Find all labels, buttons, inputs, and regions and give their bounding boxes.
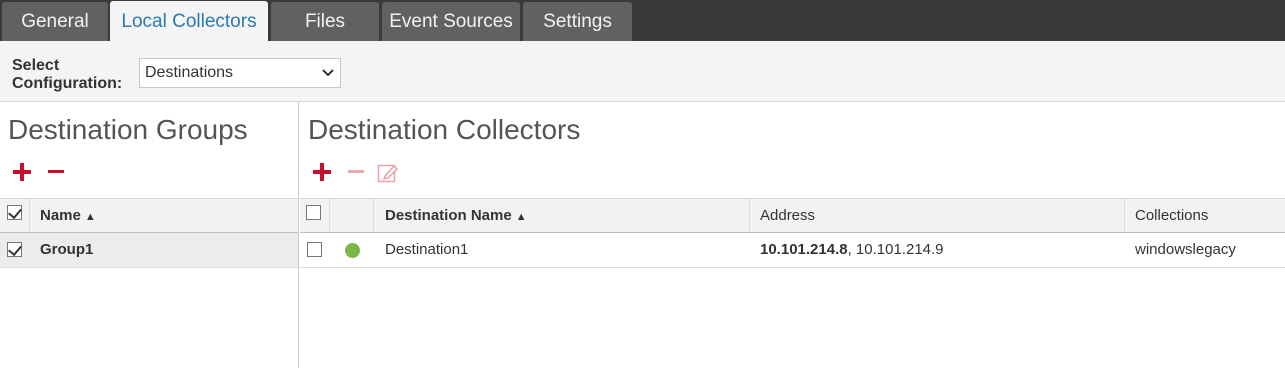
destination-collectors-title: Destination Collectors <box>308 114 581 145</box>
tab-general[interactable]: General <box>2 2 108 41</box>
destination-collections: windowslegacy <box>1135 241 1236 258</box>
sort-ascending-icon: ▲ <box>515 211 527 223</box>
edit-destination-button[interactable] <box>377 162 399 184</box>
secondary-address: , 10.101.214.9 <box>847 241 944 258</box>
tab-settings[interactable]: Settings <box>523 2 632 41</box>
primary-address: 10.101.214.8 <box>760 241 848 258</box>
remove-group-button[interactable] <box>45 162 67 184</box>
collectors-grid-header: Destination Name ▲ Address Collections <box>300 198 1285 233</box>
configuration-select-value: Destinations <box>145 64 234 81</box>
destination-collectors-panel: Destination Collectors Destination Name ▲… <box>300 102 1285 368</box>
edit-icon <box>377 164 399 183</box>
plus-icon <box>13 163 31 181</box>
address-column-header[interactable]: Address <box>750 199 1125 232</box>
minus-icon <box>48 170 64 173</box>
group-name: Group1 <box>40 241 94 258</box>
table-row[interactable]: Group1 <box>0 233 298 268</box>
group-row-checkbox[interactable] <box>7 242 22 257</box>
minus-icon <box>348 170 364 173</box>
tab-event-sources[interactable]: Event Sources <box>382 2 520 41</box>
tab-local-collectors[interactable]: Local Collectors <box>110 1 268 42</box>
tab-bar: General Local Collectors Files Event Sou… <box>0 0 1285 42</box>
groups-name-column-header[interactable]: Name ▲ <box>30 199 298 232</box>
destination-address: 10.101.214.8, 10.101.214.9 <box>760 233 944 267</box>
destination-row-checkbox[interactable] <box>307 242 322 257</box>
select-all-destinations-checkbox[interactable] <box>306 205 321 220</box>
remove-destination-button[interactable] <box>345 162 367 184</box>
destination-groups-title: Destination Groups <box>8 114 248 145</box>
add-destination-button[interactable] <box>311 162 333 184</box>
chevron-down-icon <box>322 59 334 97</box>
destination-name-column-header[interactable]: Destination Name ▲ <box>374 199 750 232</box>
tab-files[interactable]: Files <box>271 2 379 41</box>
plus-icon <box>313 163 331 181</box>
configuration-bar: Select Configuration: Destinations <box>0 41 1285 102</box>
destination-name: Destination1 <box>385 241 469 258</box>
collections-column-header[interactable]: Collections <box>1125 199 1285 232</box>
status-online-icon <box>345 243 360 258</box>
groups-grid-header: Name ▲ <box>0 198 298 233</box>
configuration-select[interactable]: Destinations <box>139 58 341 88</box>
sort-ascending-icon: ▲ <box>84 211 96 223</box>
destination-groups-panel: Destination Groups Name ▲ Group1 <box>0 102 299 368</box>
add-group-button[interactable] <box>11 162 33 184</box>
table-row[interactable]: Destination1 10.101.214.8, 10.101.214.9 … <box>300 233 1285 268</box>
select-configuration-label: Select Configuration: <box>12 57 123 92</box>
status-column-header <box>330 199 374 232</box>
select-all-groups-checkbox[interactable] <box>7 205 22 220</box>
